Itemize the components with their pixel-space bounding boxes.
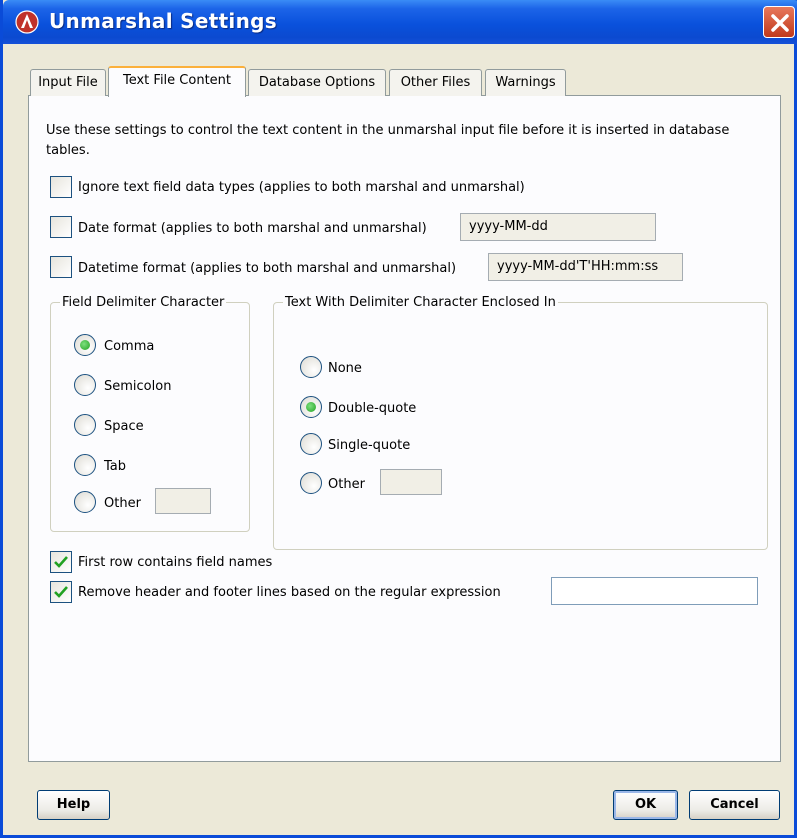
radio-single-quote[interactable] — [300, 433, 322, 455]
ignore-types-label: Ignore text field data types (applies to… — [78, 180, 525, 195]
cancel-button[interactable]: Cancel — [689, 790, 780, 820]
radio-space-label: Space — [104, 419, 144, 434]
radio-single-quote-label: Single-quote — [328, 438, 411, 453]
enclosed-in-group — [273, 302, 768, 550]
radio-none-label: None — [328, 361, 362, 376]
tab-input-file[interactable]: Input File — [30, 69, 106, 96]
radio-semicolon-label: Semicolon — [104, 379, 172, 394]
date-format-label: Date format (applies to both marshal and… — [78, 221, 427, 236]
radio-other-delimiter[interactable] — [74, 491, 96, 513]
radio-other-enclosure[interactable] — [300, 472, 322, 494]
field-delimiter-title: Field Delimiter Character — [60, 295, 227, 311]
radio-other-delimiter-label: Other — [104, 496, 141, 511]
tab-other-files[interactable]: Other Files — [389, 69, 482, 96]
description-text: Use these settings to control the text c… — [46, 123, 730, 158]
remove-header-label: Remove header and footer lines based on … — [78, 585, 501, 600]
radio-other-enclosure-label: Other — [328, 477, 365, 492]
title-bar[interactable]: Unmarshal Settings — [3, 0, 797, 44]
ignore-types-checkbox[interactable] — [50, 176, 72, 198]
regex-field[interactable] — [551, 577, 758, 605]
other-delimiter-field[interactable] — [155, 488, 211, 514]
date-format-checkbox[interactable] — [50, 216, 72, 238]
radio-none[interactable] — [300, 356, 322, 378]
datetime-format-label: Datetime format (applies to both marshal… — [78, 261, 457, 276]
datetime-format-checkbox[interactable] — [50, 256, 72, 278]
ok-button[interactable]: OK — [613, 790, 678, 820]
first-row-checkbox[interactable] — [50, 551, 72, 573]
radio-tab[interactable] — [74, 454, 96, 476]
datetime-format-field[interactable]: yyyy-MM-dd'T'HH:mm:ss — [488, 253, 683, 281]
radio-space[interactable] — [74, 414, 96, 436]
radio-double-quote[interactable] — [300, 396, 322, 418]
radio-comma-label: Comma — [104, 339, 155, 354]
window-title: Unmarshal Settings — [49, 9, 277, 33]
radio-comma[interactable] — [74, 334, 96, 356]
close-button[interactable] — [763, 6, 795, 38]
first-row-label: First row contains field names — [78, 555, 273, 570]
date-format-field[interactable]: yyyy-MM-dd — [460, 213, 656, 241]
tab-database-options[interactable]: Database Options — [248, 69, 386, 96]
radio-tab-label: Tab — [104, 459, 127, 474]
close-icon — [771, 14, 789, 32]
tab-warnings[interactable]: Warnings — [485, 69, 566, 96]
tab-text-file-content[interactable]: Text File Content — [108, 66, 246, 97]
checkmark-icon — [54, 586, 68, 598]
remove-header-checkbox[interactable] — [50, 581, 72, 603]
app-logo-icon — [15, 10, 39, 34]
enclosed-in-title: Text With Delimiter Character Enclosed I… — [283, 295, 558, 311]
checkmark-icon — [54, 556, 68, 568]
unmarshal-settings-dialog: Unmarshal Settings Input File Text File … — [0, 0, 797, 838]
radio-double-quote-label: Double-quote — [328, 401, 417, 416]
help-button[interactable]: Help — [37, 790, 110, 820]
radio-semicolon[interactable] — [74, 374, 96, 396]
other-enclosure-field[interactable] — [380, 469, 442, 495]
